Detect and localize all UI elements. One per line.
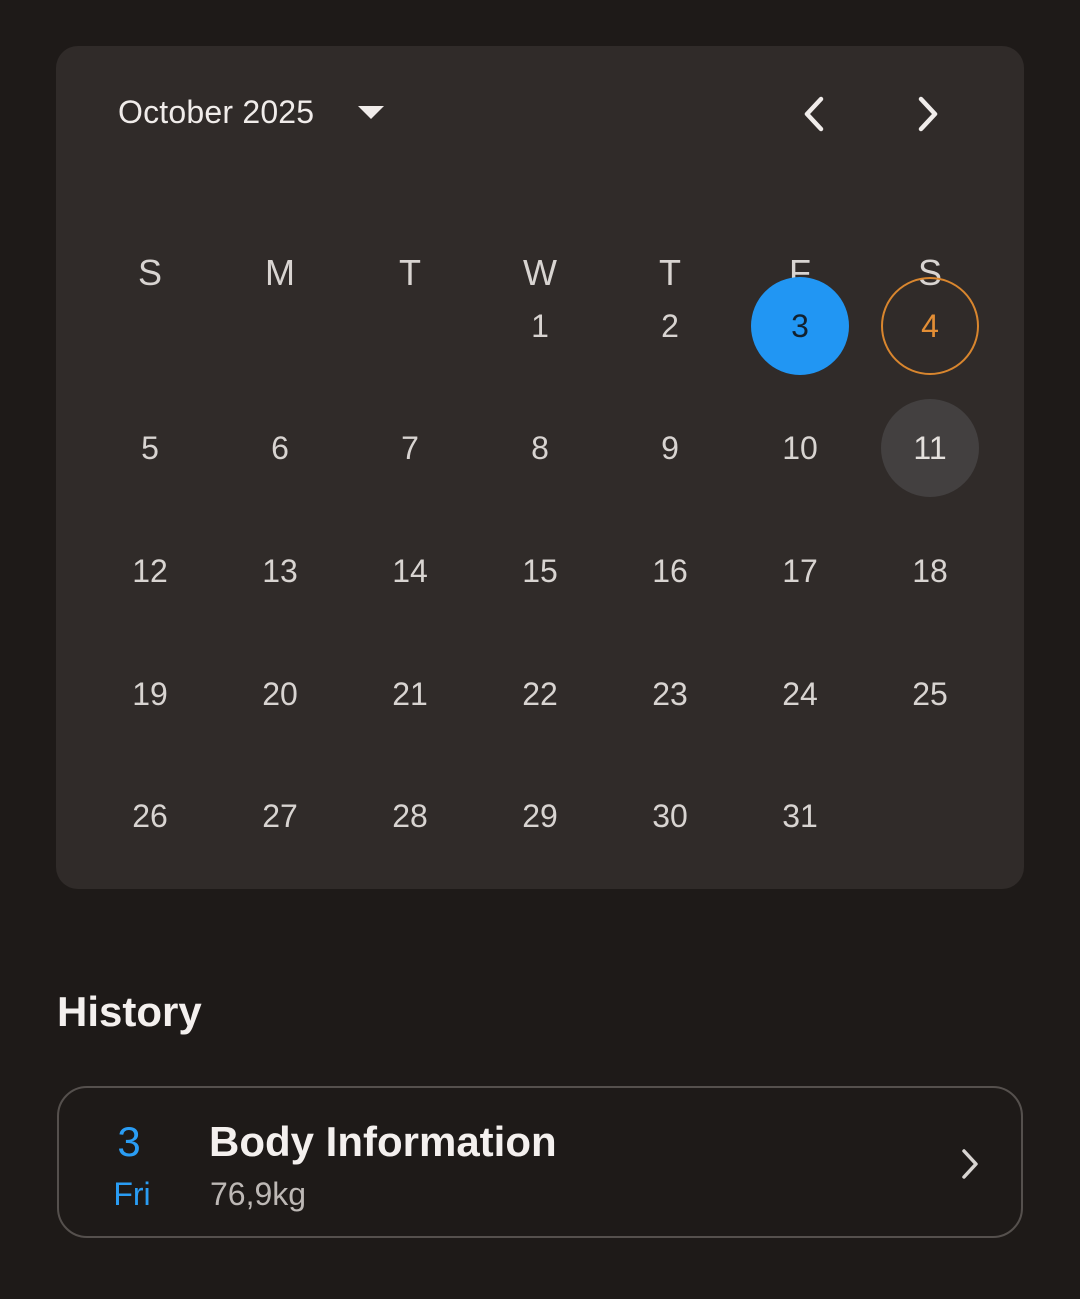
calendar-day[interactable]: 17 bbox=[751, 522, 849, 620]
calendar-day[interactable]: 13 bbox=[231, 522, 329, 620]
calendar-day[interactable]: 22 bbox=[491, 645, 589, 743]
calendar-day[interactable]: 25 bbox=[881, 645, 979, 743]
chevron-right-icon bbox=[955, 1144, 985, 1184]
calendar-day[interactable]: 16 bbox=[621, 522, 719, 620]
calendar-day[interactable]: 18 bbox=[881, 522, 979, 620]
history-item[interactable]: 3 Fri Body Information 76,9kg bbox=[57, 1086, 1023, 1238]
calendar-day[interactable]: 26 bbox=[101, 767, 199, 865]
calendar-day[interactable]: 15 bbox=[491, 522, 589, 620]
calendar-day[interactable]: 5 bbox=[101, 399, 199, 497]
month-label: October 2025 bbox=[118, 94, 315, 130]
calendar-day[interactable]: 28 bbox=[361, 767, 459, 865]
calendar-day[interactable]: 20 bbox=[231, 645, 329, 743]
next-month-button[interactable] bbox=[906, 92, 950, 136]
chevron-left-icon bbox=[804, 96, 824, 132]
caret-down-icon bbox=[358, 106, 385, 119]
calendar-day-today[interactable]: 4 bbox=[881, 277, 979, 375]
history-day-name: Fri bbox=[113, 1176, 151, 1212]
calendar-day[interactable]: 7 bbox=[361, 399, 459, 497]
calendar-day[interactable]: 23 bbox=[621, 645, 719, 743]
previous-month-button[interactable] bbox=[792, 92, 836, 136]
calendar-day[interactable]: 8 bbox=[491, 399, 589, 497]
history-item-value: 76,9kg bbox=[210, 1176, 307, 1212]
weekday-label: M bbox=[265, 252, 295, 293]
calendar-day[interactable]: 31 bbox=[751, 767, 849, 865]
calendar-day[interactable]: 1 bbox=[491, 277, 589, 375]
weekday-label: T bbox=[399, 252, 421, 293]
calendar-day[interactable]: 27 bbox=[231, 767, 329, 865]
calendar-day[interactable]: 21 bbox=[361, 645, 459, 743]
calendar-day-selected[interactable]: 3 bbox=[751, 277, 849, 375]
calendar-card: October 2025 SMTWTFS 1 2 3 4 5 6 7 8 9 10 11 12 13 14… bbox=[56, 46, 1024, 889]
calendar-day[interactable]: 19 bbox=[101, 645, 199, 743]
calendar-day[interactable]: 12 bbox=[101, 522, 199, 620]
chevron-right-icon bbox=[918, 96, 938, 132]
history-title: History bbox=[57, 988, 202, 1035]
history-item-title: Body Information bbox=[209, 1118, 557, 1165]
calendar-day[interactable]: 14 bbox=[361, 522, 459, 620]
calendar-day[interactable]: 30 bbox=[621, 767, 719, 865]
month-picker[interactable]: October 2025 bbox=[118, 94, 385, 131]
calendar-header: October 2025 bbox=[56, 46, 1024, 186]
calendar-day[interactable]: 2 bbox=[621, 277, 719, 375]
calendar-day[interactable]: 6 bbox=[231, 399, 329, 497]
calendar-day-highlighted[interactable]: 11 bbox=[881, 399, 979, 497]
history-day-number: 3 bbox=[117, 1118, 141, 1165]
weekday-label: S bbox=[137, 252, 162, 293]
calendar-day[interactable]: 24 bbox=[751, 645, 849, 743]
calendar-day[interactable]: 10 bbox=[751, 399, 849, 497]
calendar-day[interactable]: 9 bbox=[621, 399, 719, 497]
calendar-day[interactable]: 29 bbox=[491, 767, 589, 865]
